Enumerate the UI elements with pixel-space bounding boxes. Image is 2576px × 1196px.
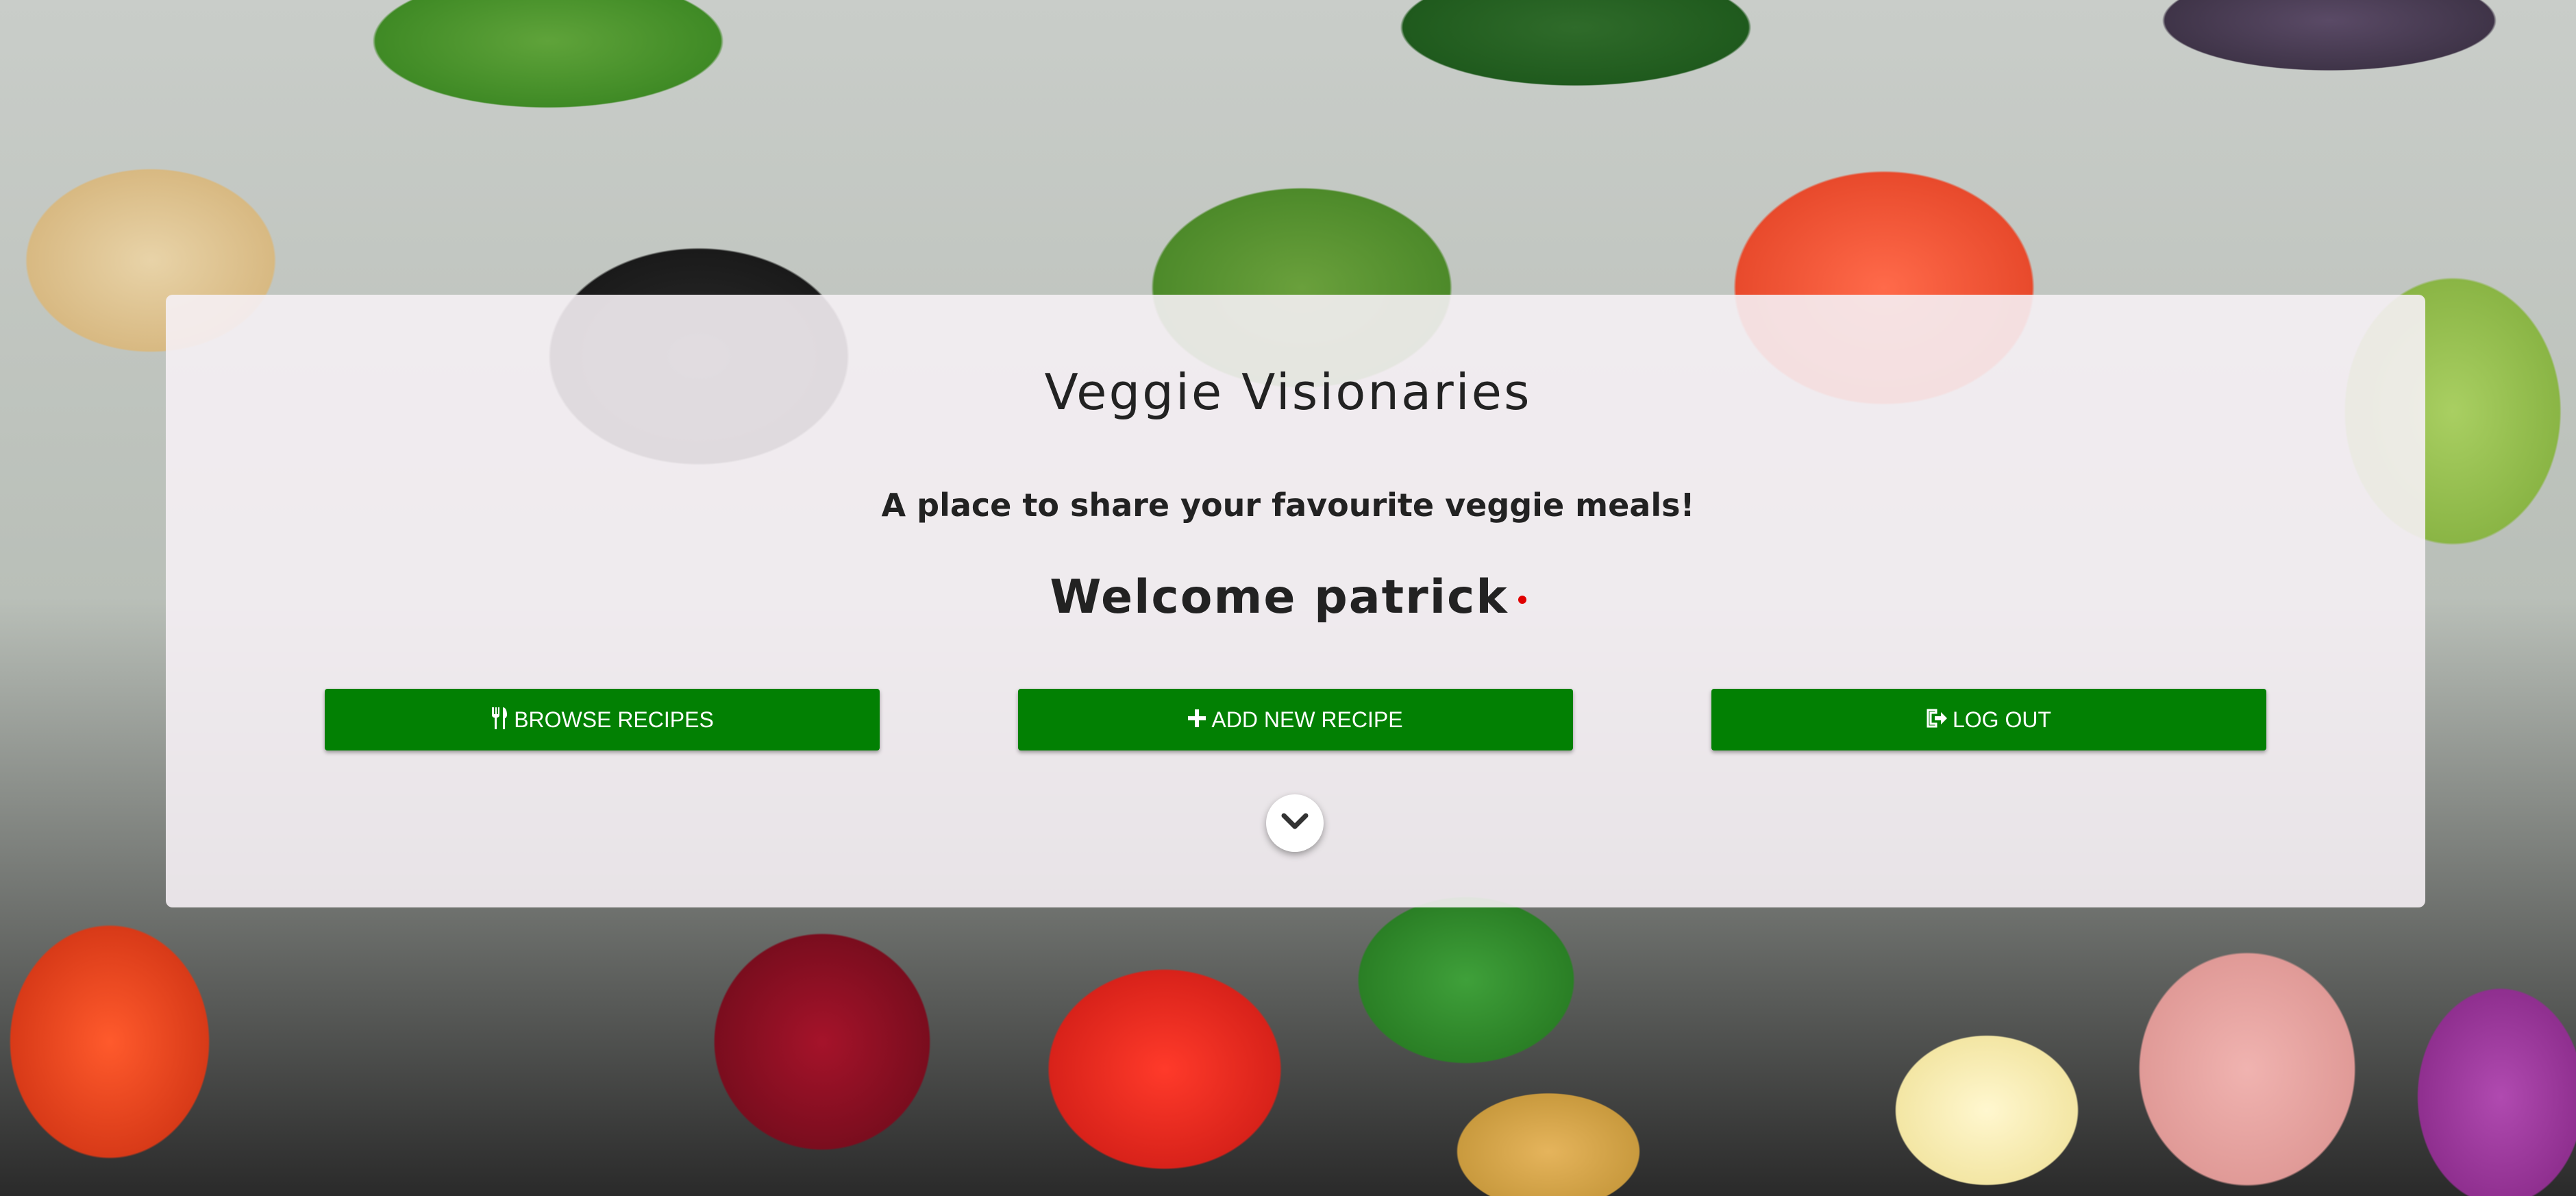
scroll-down-button[interactable] — [1266, 794, 1324, 852]
chevron-down-icon — [1281, 813, 1309, 834]
site-title: Veggie Visionaries — [1044, 363, 1532, 421]
add-new-recipe-label: ADD NEW RECIPE — [1211, 707, 1403, 732]
plus-icon — [1188, 709, 1206, 731]
utensils-icon — [491, 707, 508, 733]
welcome-text: Welcome patrick — [1050, 570, 1509, 624]
add-new-recipe-button[interactable]: ADD NEW RECIPE — [1018, 689, 1573, 750]
browse-recipes-button[interactable]: BROWSE RECIPES — [325, 689, 880, 750]
sign-out-icon — [1927, 709, 1947, 731]
hero-section: Veggie Visionaries A place to share your… — [0, 0, 2576, 1196]
status-dot — [1518, 596, 1526, 605]
welcome-message: Welcome patrick — [0, 570, 2576, 624]
log-out-label: LOG OUT — [1952, 707, 2051, 732]
site-subtitle: A place to share your favourite veggie m… — [881, 487, 1695, 524]
browse-recipes-label: BROWSE RECIPES — [514, 707, 714, 732]
log-out-button[interactable]: LOG OUT — [1711, 689, 2266, 750]
